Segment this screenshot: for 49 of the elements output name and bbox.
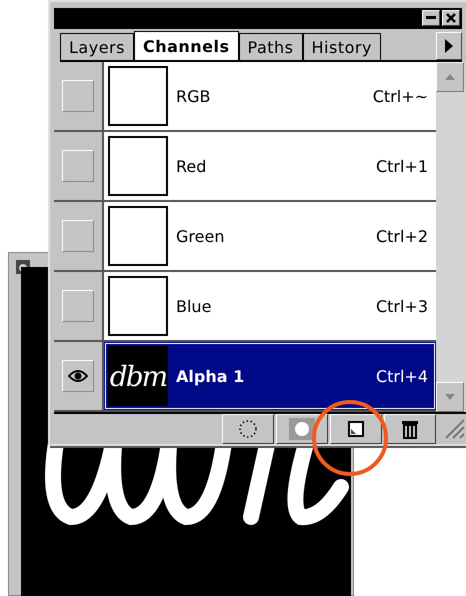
channel-name: RGB (176, 86, 212, 106)
channel-thumbnail (108, 66, 168, 126)
channel-row[interactable]: Blue Ctrl+3 (104, 272, 436, 340)
channel-row[interactable]: Red Ctrl+1 (104, 132, 436, 200)
visibility-toggle[interactable] (62, 150, 94, 182)
panel-tab[interactable]: History (302, 33, 381, 60)
visibility-toggle[interactable] (62, 360, 94, 392)
menu-arrow-icon (444, 38, 454, 54)
minimize-icon (426, 16, 436, 20)
save-selection-button[interactable] (276, 414, 328, 444)
channel-thumbnail (108, 136, 168, 196)
dotted-circle-icon (238, 419, 258, 439)
channel-name: Green (176, 226, 226, 246)
scrollbar[interactable] (436, 62, 466, 412)
scroll-down-button[interactable] (436, 382, 464, 412)
new-channel-button[interactable] (330, 414, 382, 444)
channel-name: Alpha 1 (176, 366, 246, 386)
channel-shortcut: Ctrl+4 (376, 366, 428, 386)
eye-icon (67, 368, 89, 384)
close-button[interactable] (442, 10, 460, 26)
visibility-toggle[interactable] (62, 290, 94, 322)
up-arrow-icon (445, 74, 455, 80)
channel-row[interactable]: Green Ctrl+2 (104, 202, 436, 270)
panel-tab[interactable]: Channels (134, 31, 239, 60)
channel-shortcut: Ctrl+2 (376, 226, 428, 246)
channel-shortcut: Ctrl+1 (376, 156, 428, 176)
new-page-icon (348, 421, 364, 437)
mask-icon (289, 418, 315, 440)
visibility-toggle[interactable] (62, 80, 94, 112)
channel-shortcut: Ctrl+3 (376, 296, 428, 316)
close-icon (446, 13, 456, 23)
channel-name: Red (176, 156, 208, 176)
delete-channel-button[interactable] (384, 414, 436, 444)
trash-icon (401, 419, 419, 439)
channel-row[interactable]: dbm Alpha 1 Ctrl+4 (104, 342, 436, 410)
load-selection-button[interactable] (222, 414, 274, 444)
channel-name: Blue (176, 296, 212, 316)
down-arrow-icon (445, 394, 455, 400)
channel-thumbnail (108, 276, 168, 336)
channel-row[interactable]: RGB Ctrl+~ (104, 62, 436, 130)
panel-tab[interactable]: Layers (60, 33, 134, 60)
scroll-up-button[interactable] (436, 62, 464, 92)
channel-thumbnail (108, 206, 168, 266)
channel-shortcut: Ctrl+~ (372, 86, 428, 106)
visibility-toggle[interactable] (62, 220, 94, 252)
channel-thumbnail: dbm (108, 346, 168, 406)
minimize-button[interactable] (422, 10, 440, 26)
panel-tab[interactable]: Paths (238, 33, 303, 60)
panel-menu-button[interactable] (436, 32, 462, 60)
